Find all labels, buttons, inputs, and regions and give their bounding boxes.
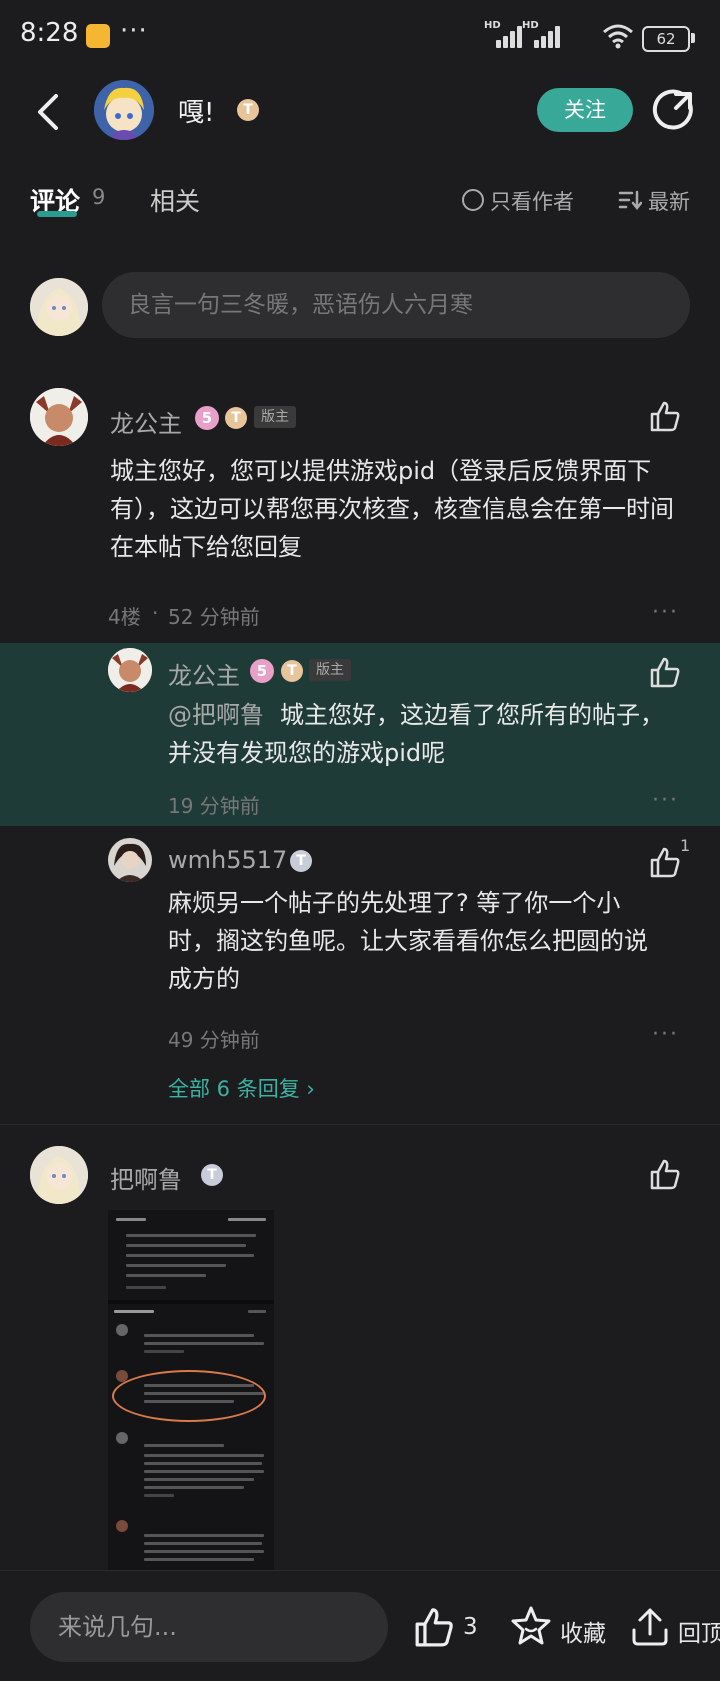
moderator-tag: 版主 (309, 659, 351, 681)
battery-tip (691, 33, 695, 43)
follow-button[interactable]: 关注 (537, 88, 633, 132)
divider (0, 1124, 720, 1125)
tab-related[interactable]: 相关 (150, 182, 200, 218)
level-badge-icon: T (290, 850, 312, 872)
level-5-icon: 5 (195, 406, 219, 430)
attached-screenshot-image[interactable] (108, 1210, 274, 1572)
level-badge-icon: T (225, 407, 247, 429)
star-icon[interactable] (509, 1604, 553, 1648)
favorite-label[interactable]: 收藏 (560, 1614, 606, 1648)
signal-icon-2: HD (522, 20, 560, 48)
wifi-icon (603, 24, 633, 49)
more-options-icon[interactable]: ··· (652, 1022, 679, 1047)
moderator-tag: 版主 (254, 406, 296, 428)
reply-avatar[interactable] (108, 838, 152, 882)
radio-circle-icon[interactable] (462, 189, 484, 211)
like-count: 3 (463, 1614, 478, 1640)
comment-time: 52 分钟前 (168, 605, 260, 629)
like-icon[interactable] (648, 1158, 682, 1192)
commenter-name[interactable]: 龙公主 (110, 404, 182, 439)
battery-icon: 62 (642, 26, 690, 52)
signal-hd-label: HD (484, 20, 501, 31)
more-options-icon[interactable]: ··· (652, 788, 679, 813)
comment-input[interactable]: 良言一句三冬暖，恶语伤人六月寒 (102, 272, 690, 338)
sort-latest[interactable]: 最新 (648, 186, 690, 216)
reply-input[interactable]: 来说几句... (30, 1592, 388, 1662)
back-arrow-icon[interactable] (34, 88, 66, 136)
reply-text: @把啊鲁 城主您好，这边看了您所有的帖子，并没有发现您的游戏pid呢 (168, 696, 668, 772)
my-avatar (30, 278, 88, 336)
author-name[interactable]: 嘎! (178, 92, 214, 129)
commenter-avatar[interactable] (30, 388, 88, 446)
reply-user-name[interactable]: wmh5517 (168, 846, 287, 874)
notification-app-icon (86, 24, 110, 48)
back-to-top-icon[interactable] (630, 1604, 670, 1648)
like-icon[interactable] (648, 656, 682, 690)
comments-count: 9 (92, 185, 106, 209)
signal-icon: HD (484, 20, 522, 48)
reply-time: 49 分钟前 (168, 1028, 260, 1052)
comment-floor: 4楼 (108, 605, 141, 629)
like-icon[interactable] (648, 846, 682, 880)
comment-text: 城主您好，您可以提供游戏pid（登录后反馈界面下有），这边可以帮您再次核查，核查… (110, 457, 674, 561)
reply-mention[interactable]: @把啊鲁 (168, 701, 264, 729)
tab-active-indicator (37, 211, 77, 217)
level-badge-icon: T (201, 1164, 223, 1186)
level-badge-icon: T (237, 99, 259, 121)
meta-separator: · (152, 601, 159, 625)
author-avatar[interactable] (94, 80, 154, 140)
reply-text: 麻烦另一个帖子的先处理了? 等了你一个小时，搁这钓鱼呢。让大家看看你怎么把圆的说… (168, 889, 648, 993)
signal-hd-label-2: HD (522, 20, 539, 31)
like-icon[interactable] (648, 400, 682, 434)
commenter-avatar[interactable] (30, 1146, 88, 1204)
view-all-replies-link[interactable]: 全部 6 条回复 › (168, 1073, 315, 1103)
reply-user-name[interactable]: 龙公主 (168, 656, 240, 691)
status-bar: 8:28 ··· HD HD 62 (0, 0, 720, 72)
like-count: 1 (680, 836, 691, 855)
share-icon[interactable] (652, 88, 696, 132)
more-options-icon[interactable]: ··· (652, 600, 679, 625)
level-5-icon: 5 (250, 659, 274, 683)
status-time: 8:28 (20, 18, 79, 48)
author-only-toggle[interactable]: 只看作者 (490, 186, 574, 216)
reply-time: 19 分钟前 (168, 794, 260, 818)
more-notifications-icon: ··· (120, 16, 148, 46)
sort-icon[interactable] (618, 190, 642, 210)
back-to-top-label[interactable]: 回顶 (678, 1614, 720, 1648)
commenter-name[interactable]: 把啊鲁 (110, 1160, 182, 1195)
level-badge-icon: T (281, 660, 303, 682)
like-icon[interactable] (412, 1606, 456, 1650)
reply-avatar[interactable] (108, 648, 152, 692)
